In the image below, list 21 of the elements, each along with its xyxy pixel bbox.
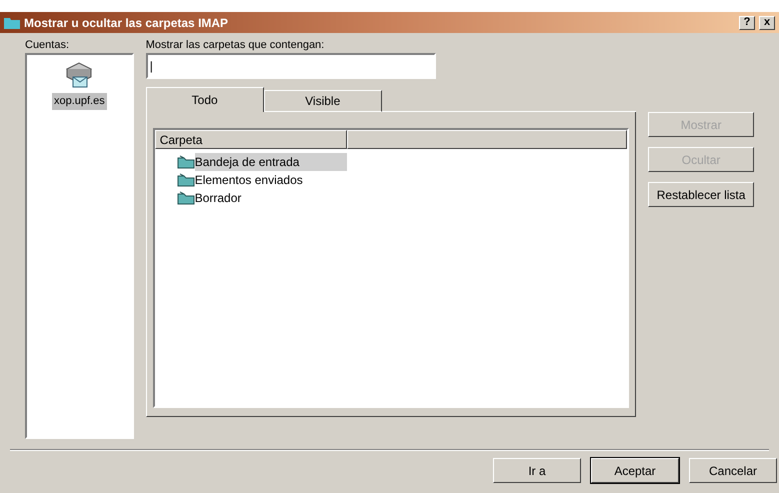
account-item[interactable]: xop.upf.es (52, 93, 107, 110)
folder-item[interactable]: Elementos enviados (194, 171, 347, 189)
folder-icon (176, 191, 195, 205)
folder-icon (176, 155, 195, 169)
column-header[interactable]: Carpeta (154, 130, 347, 149)
filter-field[interactable]: | (146, 53, 436, 79)
window-title: Mostrar u ocultar las carpetas IMAP (24, 14, 230, 32)
side2-button[interactable]: Restablecer lista (648, 182, 754, 207)
folder-icon (4, 16, 20, 28)
close-button[interactable]: x (759, 16, 775, 30)
dialog-button[interactable]: Aceptar (591, 458, 679, 483)
dialog-button[interactable]: Ir a (493, 458, 581, 483)
folder-icon (176, 173, 195, 187)
folder-item[interactable]: Borrador (194, 189, 347, 207)
tab[interactable]: Todo (146, 87, 264, 112)
accounts-label: Cuentas: (25, 38, 70, 53)
tab[interactable]: Visible (264, 90, 382, 112)
folder-item[interactable]: Bandeja de entrada (194, 153, 347, 171)
filter-label: Mostrar las carpetas que contengan: (146, 38, 326, 53)
help-button[interactable]: ? (739, 16, 755, 30)
dialog-button[interactable]: Cancelar (689, 458, 777, 483)
